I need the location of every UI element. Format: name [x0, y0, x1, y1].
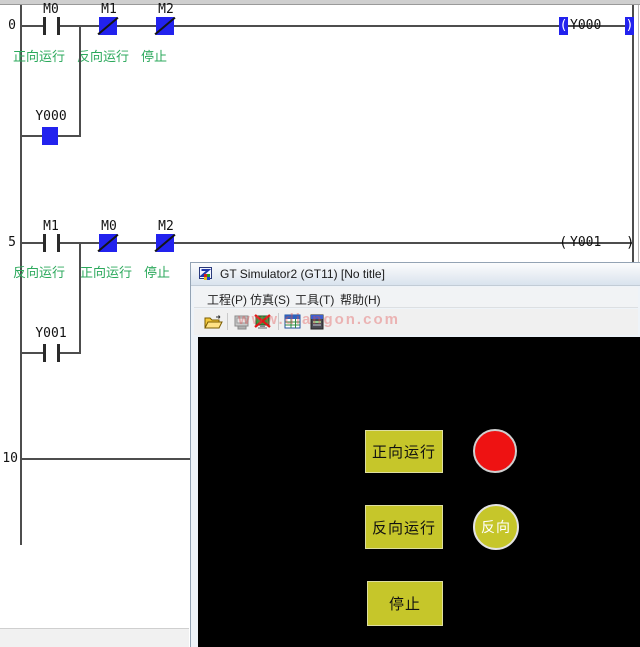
gt-window-title: GT Simulator2 (GT11) [No title] — [220, 267, 385, 281]
menu-help[interactable]: 帮助(H) — [336, 290, 385, 309]
rung5-coil-close-paren: ) — [626, 234, 634, 252]
rung5-coil-label[interactable]: Y001 — [570, 236, 610, 250]
rung0-contact2-label: M1 — [92, 3, 126, 17]
gt-menubar: 工程(P) 仿真(S) 工具(T) 帮助(H) — [194, 287, 638, 308]
rung0-contact1-no-contact[interactable] — [43, 17, 60, 35]
rung0-comment2: 反向运行 — [77, 49, 129, 64]
rung0-coil-open-paren: ( — [559, 17, 568, 35]
rung0-contact3-label: M2 — [149, 3, 183, 17]
hmi-lamp-forward-on[interactable] — [473, 429, 517, 473]
rung5-contact1-no-contact[interactable] — [43, 234, 60, 252]
gt-simulator-app-icon — [199, 267, 214, 282]
gt-titlebar[interactable]: GT Simulator2 (GT11) [No title] — [191, 263, 640, 286]
rung5-comment3: 停止 — [144, 265, 170, 280]
toolbar-separator — [278, 313, 279, 330]
ladder-status-strip — [0, 628, 189, 647]
device-monitor-icon[interactable] — [283, 313, 303, 331]
rung0-contact3-nc-contact-energized[interactable] — [156, 17, 174, 35]
rung0-comment1: 正向运行 — [13, 49, 65, 64]
rung0-step-number: 0 — [0, 19, 16, 33]
rung5-contact1-label: M1 — [34, 220, 68, 234]
ladder-right-rail — [632, 5, 634, 262]
rung5-contact2-label: M0 — [92, 220, 126, 234]
snapshot-icon[interactable] — [232, 313, 252, 331]
rung10-step-number: 10 — [0, 452, 18, 466]
rung0-branch-label: Y000 — [31, 110, 71, 124]
exit-simulation-icon[interactable] — [253, 313, 273, 331]
hmi-lamp-reverse-off[interactable]: 反向 — [473, 504, 519, 550]
rung5-comment1: 反向运行 — [13, 265, 65, 280]
rung5-step-number: 5 — [0, 236, 16, 250]
rung5-contact3-label: M2 — [149, 220, 183, 234]
rung0-coil-label[interactable]: Y000 — [570, 19, 610, 33]
ladder-window-edge — [638, 5, 639, 262]
hmi-button-reverse-run[interactable]: 反向运行 — [365, 505, 443, 549]
rung0-contact1-label: M0 — [34, 3, 68, 17]
menu-tools[interactable]: 工具(T) — [291, 290, 338, 309]
option-cabinet-icon[interactable] — [307, 313, 327, 331]
open-project-icon[interactable] — [203, 313, 223, 331]
menu-project[interactable]: 工程(P) — [203, 290, 251, 309]
toolbar-separator — [227, 313, 228, 330]
rung0-branch-vertical — [79, 27, 81, 137]
rung5-contact3-nc-contact-energized[interactable] — [156, 234, 174, 252]
rung5-branch-no-contact[interactable] — [43, 344, 60, 362]
hmi-button-forward-run[interactable]: 正向运行 — [365, 430, 443, 473]
menu-simulate[interactable]: 仿真(S) — [246, 290, 294, 309]
rung5-branch-label: Y001 — [31, 327, 71, 341]
rung0-comment3: 停止 — [141, 49, 167, 64]
rung5-contact2-nc-contact-energized[interactable] — [99, 234, 117, 252]
gt-toolbar — [194, 309, 638, 335]
rung5-coil-open-paren: ( — [559, 234, 567, 252]
rung5-comment2: 正向运行 — [80, 265, 132, 280]
hmi-button-stop[interactable]: 停止 — [367, 581, 443, 626]
rung5-branch-vertical — [79, 244, 81, 354]
rung0-coil-close-paren: ) — [625, 17, 634, 35]
rung0-branch-contact-energized[interactable] — [42, 127, 58, 145]
screen: 0 M0 M1 M2 正向运行 反向运行 停止 Y000 ( Y000 ) 5 … — [0, 0, 640, 647]
rung0-contact2-nc-contact-energized[interactable] — [99, 17, 117, 35]
